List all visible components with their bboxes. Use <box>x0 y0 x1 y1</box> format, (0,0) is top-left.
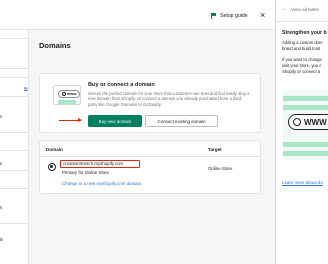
change-myshopify-domain-link[interactable]: Change to a new myshopify.com domain <box>62 181 141 186</box>
external-link-icon[interactable]: ⧉ <box>24 87 28 93</box>
sidebar-divider <box>0 38 29 39</box>
panel-text-line: Adding a custom dom <box>282 40 323 45</box>
sidebar-item-fragment[interactable]: ls <box>0 237 3 242</box>
domains-table-card: Domain Target creative3merch.myshopify.c… <box>39 140 261 194</box>
back-arrow-icon[interactable]: ← <box>282 6 288 12</box>
close-icon[interactable]: × <box>260 11 265 20</box>
sidebar-divider <box>0 132 29 133</box>
panel-title: Strengthen your b <box>282 30 327 36</box>
panel-text-line: visit your store, you c <box>282 63 322 68</box>
primary-note: Primary for Online Store <box>62 170 110 175</box>
domain-illustration: www <box>53 85 81 105</box>
globe-icon <box>293 118 301 126</box>
sidebar-item-fragment[interactable]: s <box>0 114 2 119</box>
target-column-header: Target <box>208 147 222 152</box>
www-pill-large: WWW <box>288 114 328 130</box>
panel-text-line: Shopify or connect a <box>282 69 321 74</box>
setup-guide-label: Setup guide <box>220 13 248 19</box>
target-value: Online Store <box>208 166 233 171</box>
www-pill: www <box>58 90 81 98</box>
sidebar-divider <box>0 223 29 224</box>
www-text: www <box>67 91 77 96</box>
domain-column-header: Domain <box>46 147 63 152</box>
sidebar-divider <box>0 188 29 189</box>
primary-domain-radio[interactable] <box>48 163 56 171</box>
illustration-stripe <box>283 96 328 101</box>
illustration-stripe <box>283 142 328 147</box>
sidebar-divider <box>0 77 29 78</box>
globe-icon <box>62 92 66 96</box>
top-bar: Setup guide × <box>0 0 275 30</box>
sidebar-divider <box>0 96 29 97</box>
view-all-tasks-link[interactable]: View all tasks <box>291 7 319 12</box>
setup-side-panel: ← View all tasks Strengthen your b Addin… <box>275 0 328 264</box>
page-title: Domains <box>39 41 71 50</box>
sidebar-divider <box>0 68 29 69</box>
sidebar-item-fragment[interactable]: s <box>0 161 2 166</box>
panel-text-line: If you want to change <box>282 57 322 62</box>
buy-card-title: Buy or connect a domain <box>88 82 155 88</box>
panel-header: ← View all tasks <box>276 0 328 22</box>
table-header-divider <box>40 156 260 157</box>
sidebar-item-fragment[interactable]: s <box>0 205 2 210</box>
illustration-stripe <box>283 151 328 156</box>
setup-guide-button[interactable]: Setup guide <box>211 13 248 19</box>
buy-new-domain-button[interactable]: Buy new domain <box>88 115 142 127</box>
sidebar: ⧉ s s s ls <box>0 30 29 264</box>
main-page: Setup guide × ⧉ s s s ls Domains www Buy… <box>0 0 275 264</box>
flag-icon <box>211 13 217 19</box>
red-arrow-annotation <box>59 118 82 122</box>
buy-card-description: Secure the perfect domain for your store… <box>88 91 250 107</box>
illustration-stripe <box>283 105 328 110</box>
www-text-large: WWW <box>304 117 327 127</box>
connect-existing-domain-button[interactable]: Connect existing domain <box>145 115 218 127</box>
sidebar-divider <box>0 170 29 171</box>
panel-text-line: brand and build trust <box>282 46 321 51</box>
learn-more-link[interactable]: Learn more about do <box>282 180 323 185</box>
buy-or-connect-card: www Buy or connect a domain Secure the p… <box>39 73 261 133</box>
domain-name-highlighted[interactable]: creative3merch.myshopify.com <box>60 160 140 168</box>
sidebar-divider <box>0 150 29 151</box>
